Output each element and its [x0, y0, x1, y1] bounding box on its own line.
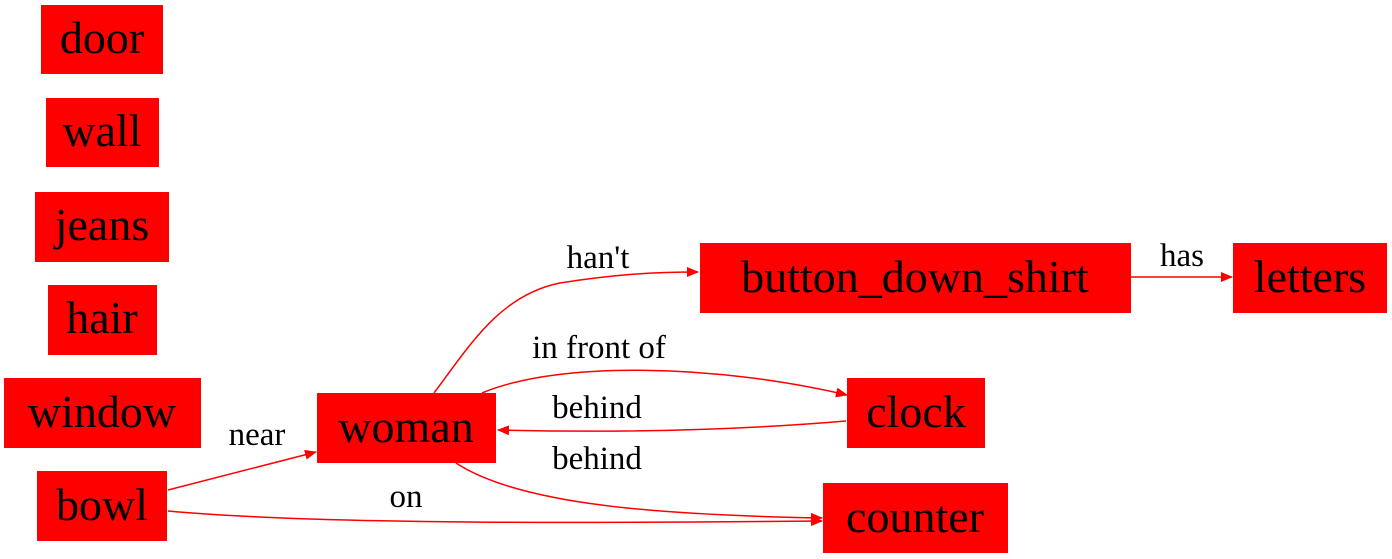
node-label-letters: letters	[1254, 251, 1366, 302]
node-button-down-shirt: button_down_shirt	[700, 243, 1131, 313]
node-clock: clock	[847, 378, 985, 448]
edge-label-behind-counter: behind	[552, 441, 642, 477]
node-label-clock: clock	[866, 386, 966, 437]
edge-bowl-counter	[167, 510, 823, 527]
edge-label-has: has	[1160, 238, 1204, 274]
node-counter: counter	[823, 483, 1008, 553]
edge-label-near: near	[229, 417, 286, 453]
node-label-bowl: bowl	[56, 479, 148, 530]
node-woman: woman	[317, 393, 496, 463]
node-label-woman: woman	[338, 401, 473, 452]
edge-label-behind-clock: behind	[552, 390, 642, 426]
node-label-counter: counter	[846, 491, 984, 542]
scene-graph-diagram: han't has in front of behind behind near…	[4, 5, 1387, 553]
node-label-wall: wall	[62, 105, 141, 156]
node-letters: letters	[1233, 243, 1387, 313]
node-label-button-down-shirt: button_down_shirt	[741, 251, 1089, 302]
edge-label-on: on	[390, 479, 423, 515]
node-window: window	[4, 378, 201, 448]
node-door: door	[41, 5, 163, 74]
nodes: door wall jeans hair window bowl woman b…	[4, 5, 1387, 553]
edge-bowl-woman	[167, 449, 317, 491]
node-jeans: jeans	[35, 192, 169, 262]
node-bowl: bowl	[37, 471, 167, 541]
node-wall: wall	[46, 98, 159, 167]
node-label-window: window	[28, 386, 177, 437]
edge-clock-woman	[497, 420, 847, 436]
edge-woman-clock	[481, 369, 848, 398]
node-label-hair: hair	[66, 292, 138, 343]
node-hair: hair	[48, 285, 157, 355]
node-label-jeans: jeans	[53, 199, 150, 250]
edge-label-in-front-of: in front of	[532, 330, 666, 366]
edge-label-hant: han't	[567, 240, 630, 276]
node-label-door: door	[60, 12, 144, 63]
